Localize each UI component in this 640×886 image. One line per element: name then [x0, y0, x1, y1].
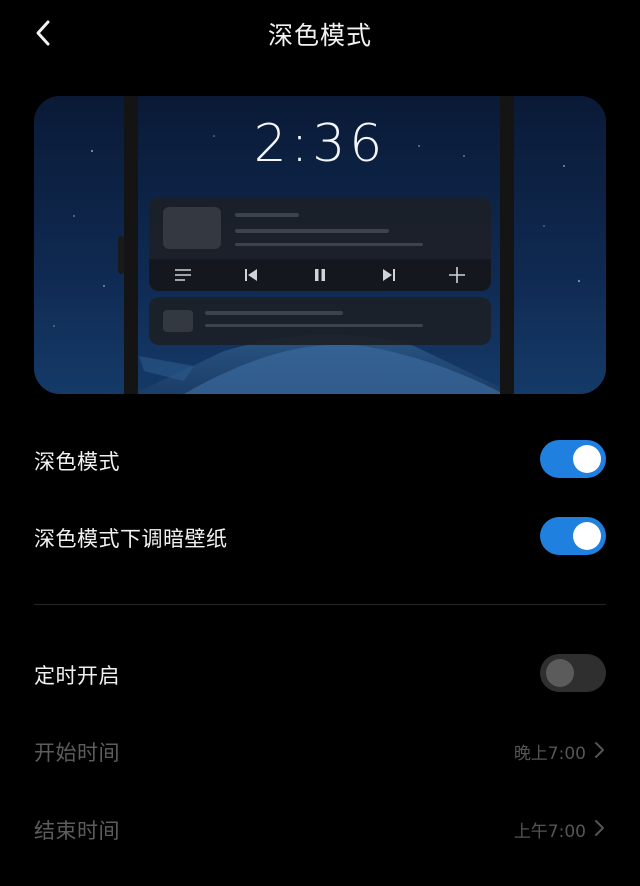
- scheduled-toggle[interactable]: [540, 654, 606, 692]
- end-time-value: 上午7:00: [513, 822, 586, 842]
- chevron-right-icon: [595, 820, 604, 836]
- scheduled-row[interactable]: 定时开启: [34, 654, 606, 694]
- page-title: 深色模式: [267, 21, 372, 50]
- notification-thumb-placeholder: [163, 310, 193, 332]
- notification-title-placeholder: [205, 311, 343, 315]
- playlist-icon: [171, 265, 195, 285]
- dark-mode-toggle[interactable]: [540, 440, 606, 478]
- media-controls: [149, 259, 491, 291]
- chevron-right-icon: [595, 742, 604, 758]
- notification-body-placeholder: [205, 324, 423, 327]
- start-time-label: 开始时间: [34, 741, 120, 765]
- notification-widget: [149, 297, 491, 345]
- divider: [34, 604, 606, 605]
- start-time-row[interactable]: 开始时间 晚上7:00: [34, 731, 606, 771]
- toggle-knob: [573, 522, 601, 550]
- dim-wallpaper-toggle[interactable]: [540, 517, 606, 555]
- toggle-knob: [573, 445, 601, 473]
- start-time-value: 晚上7:00: [513, 744, 586, 764]
- plus-icon: [445, 265, 469, 285]
- dark-mode-row[interactable]: 深色模式: [34, 440, 606, 480]
- next-icon: [377, 265, 401, 285]
- dark-mode-label: 深色模式: [34, 450, 120, 474]
- dim-wallpaper-row[interactable]: 深色模式下调暗壁纸: [34, 517, 606, 557]
- scheduled-label: 定时开启: [34, 664, 120, 688]
- end-time-row[interactable]: 结束时间 上午7:00: [34, 809, 606, 849]
- track-progress-placeholder: [235, 243, 423, 246]
- dark-mode-preview: 2:36: [34, 96, 606, 394]
- pause-icon: [308, 265, 332, 285]
- dark-mode-settings-screen: 深色模式 2:36 深色模式 深色模式下调暗壁纸 定时开启 开始时间 晚上7:0…: [0, 0, 640, 886]
- header: 深色模式: [0, 0, 640, 70]
- album-art-placeholder: [163, 207, 221, 249]
- previous-icon: [239, 265, 263, 285]
- lockscreen-clock: 2:36: [253, 114, 387, 174]
- track-title-placeholder: [235, 213, 299, 217]
- music-widget: [149, 197, 491, 291]
- track-artist-placeholder: [235, 229, 389, 233]
- toggle-knob: [546, 659, 574, 687]
- dim-wallpaper-label: 深色模式下调暗壁纸: [34, 527, 228, 551]
- end-time-label: 结束时间: [34, 819, 120, 843]
